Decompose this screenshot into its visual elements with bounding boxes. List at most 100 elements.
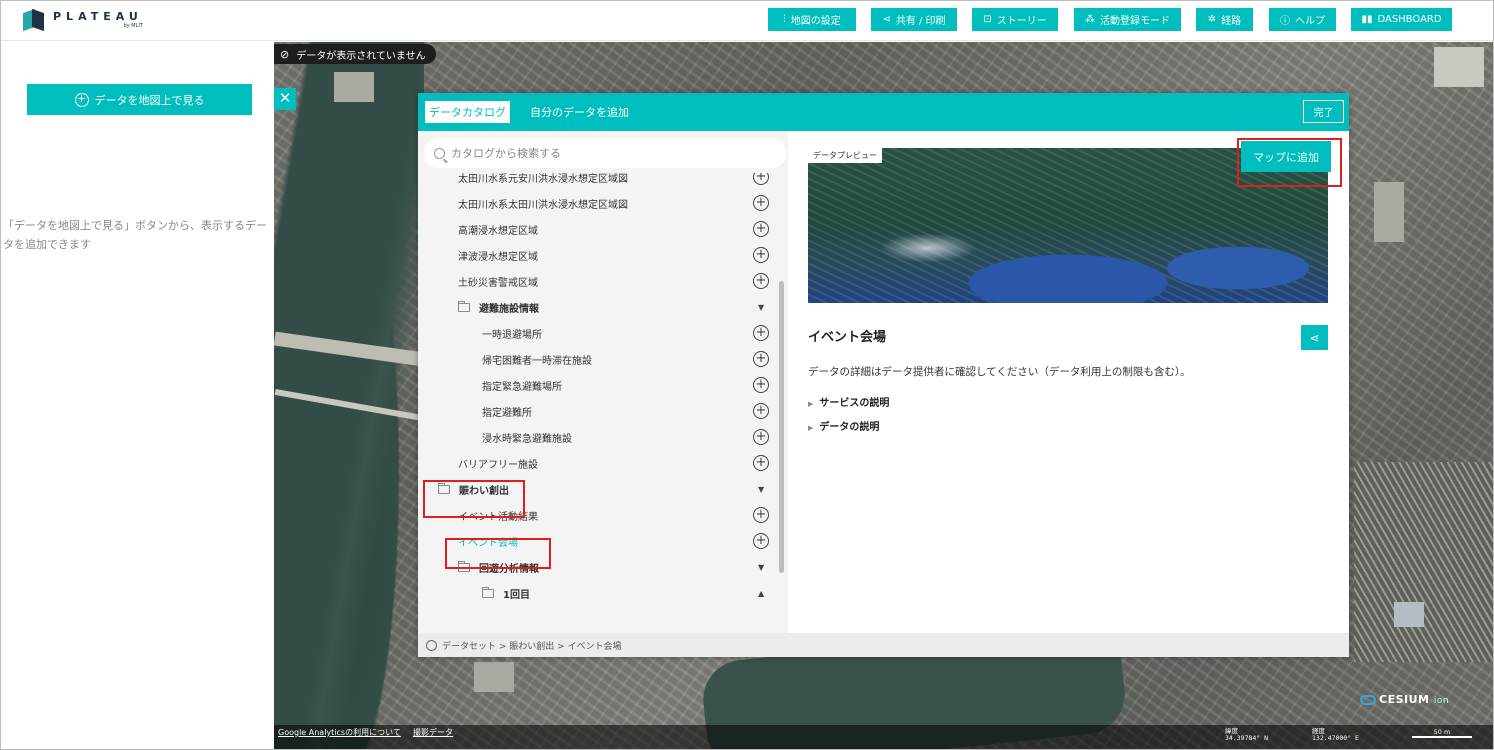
logo-sub: by MLIT [123,23,143,29]
logo-name: PLATEAU [53,10,143,23]
catalog-search[interactable] [424,138,786,168]
tree-label: 指定緊急避難場所 [482,381,562,393]
map-building [1434,47,1484,87]
add-circle-icon[interactable]: + [753,247,769,263]
accordion-label: データの説明 [819,422,880,433]
google-analytics-link[interactable]: Google Analyticsの利用について [278,727,401,738]
caret-right-icon: ▶ [808,400,814,408]
tree-label: 浸水時緊急避難施設 [482,433,572,445]
chevron-down-icon[interactable]: ▼ [758,563,764,572]
no-data-label: データが表示されていません [296,50,426,62]
map-building [334,72,374,102]
tree-label: 高潮浸水想定区域 [458,225,538,237]
add-circle-icon[interactable]: + [753,173,769,185]
add-circle-icon[interactable]: + [753,351,769,367]
tree-scrollbar[interactable] [779,281,784,573]
tree-label: 帰宅困難者一時滞在施設 [482,355,592,367]
eye-off-icon: ⊘ [280,47,290,61]
tree-item[interactable]: 一時退避場所 + [418,320,778,346]
tree-item[interactable]: 指定避難所 + [418,398,778,424]
done-button[interactable]: 完了 [1303,100,1344,123]
sidebar-hint-text: 「データを地図上で見る」ボタンから、表示するデータを追加できます [3,219,267,251]
tree-item[interactable]: 津波浸水想定区域 + [418,242,778,268]
map-railway [1354,462,1493,662]
tree-item[interactable]: 土砂災害警戒区域 + [418,268,778,294]
chevron-up-icon[interactable]: ▲ [758,589,764,598]
folder-icon [482,586,494,598]
latitude-value: 34.39784° N [1225,734,1269,742]
accordion-service-description[interactable]: ▶ サービスの説明 [808,394,889,409]
tree-label: 津波浸水想定区域 [458,251,538,263]
latitude-readout: 緯度 34.39784° N [1225,728,1268,742]
close-panel-button[interactable]: ✕ [274,88,296,110]
item-title: イベント会場 [808,330,887,345]
tab-data-catalog[interactable]: データカタログ [425,101,510,123]
share-print-button[interactable]: ⋖ 共有 / 印刷 [871,8,957,31]
add-circle-icon[interactable]: + [753,533,769,549]
cesium-logo[interactable]: CESIUM ion [1360,693,1449,706]
route-icon: ✲ [1207,14,1217,25]
tree-item[interactable]: バリアフリー施設 + [418,450,778,476]
tab-add-own-data[interactable]: 自分のデータを追加 [526,101,633,123]
tree-item[interactable]: 太田川水系太田川洪水浸水想定区域図 + [418,190,778,216]
add-circle-icon[interactable]: + [753,507,769,523]
add-circle-icon[interactable]: + [753,377,769,393]
longitude-value: 132.47000° E [1312,734,1359,742]
catalog-search-input[interactable] [451,146,751,160]
add-data-to-map-button[interactable]: + データを地図上で見る [27,84,252,115]
route-button[interactable]: ✲ 経路 [1196,8,1253,31]
tree-label: 一時退避場所 [482,329,542,341]
plateau-logo-mark-icon [23,8,44,32]
highlight-box [423,480,525,518]
add-circle-icon[interactable]: + [753,429,769,445]
accordion-data-description[interactable]: ▶ データの説明 [808,418,879,433]
tree-folder[interactable]: 1回目 ▲ [418,580,778,606]
chevron-down-icon[interactable]: ▼ [758,303,764,312]
activity-mode-button[interactable]: ⁂ 活動登録モード [1074,8,1181,31]
share-icon: ⋖ [1309,330,1320,345]
map-footer-bar [274,725,1493,749]
add-circle-icon[interactable]: + [753,455,769,471]
tree-item[interactable]: 高潮浸水想定区域 + [418,216,778,242]
modal-header: データカタログ 自分のデータを追加 完了 [418,93,1349,131]
add-circle-icon[interactable]: + [753,273,769,289]
chevron-down-icon[interactable]: ▼ [758,485,764,494]
tree-label: 避難施設情報 [479,303,539,315]
cesium-logo-icon [1360,695,1376,705]
map-settings-button[interactable]: ⫶ 地図の設定 [768,8,856,31]
scale-bar: 50 m [1412,728,1472,738]
dashboard-button[interactable]: ▮▮ DASHBOARD [1351,8,1452,31]
cesium-suffix: ion [1433,696,1450,706]
tree-item[interactable]: 帰宅困難者一時滞在施設 + [418,346,778,372]
item-description: データの詳細はデータ提供者に確認してください（データ利用上の制限も含む）。 [808,366,1191,378]
map-building [1374,182,1404,242]
search-icon [434,147,445,159]
share-icon: ⋖ [882,14,891,25]
add-circle-icon[interactable]: + [753,195,769,211]
highlight-box [1237,138,1342,187]
share-item-button[interactable]: ⋖ [1301,325,1328,350]
story-icon: ⊡ [983,14,992,25]
map-building [1394,602,1424,627]
add-circle-icon[interactable]: + [753,403,769,419]
photo-data-link[interactable]: 撮影データ [413,727,453,738]
tree-item[interactable]: 指定緊急避難場所 + [418,372,778,398]
cesium-label: CESIUM [1379,693,1430,706]
people-icon: ⁂ [1085,14,1095,25]
tree-folder[interactable]: 避難施設情報 ▼ [418,294,778,320]
tree-label: 土砂災害警戒区域 [458,277,538,289]
left-sidebar: + データを地図上で見る 「データを地図上で見る」ボタンから、表示するデータを追… [1,42,274,749]
breadcrumb: データセット > 賑わい創出 > イベント会場 [418,633,1349,657]
app-header: PLATEAU by MLIT ⫶ 地図の設定 ⋖ 共有 / 印刷 ⊡ ストーリー ⁂… [1,1,1493,41]
tree-item[interactable]: 太田川水系元安川洪水浸水想定区域図 + [418,173,778,190]
share-print-label: 共有 / 印刷 [895,16,946,27]
help-icon: ⓘ [1280,16,1290,27]
add-circle-icon[interactable]: + [753,221,769,237]
book-icon: ▮▮ [1361,14,1373,25]
globe-icon [426,639,437,651]
tree-item[interactable]: 浸水時緊急避難施設 + [418,424,778,450]
plateau-logo[interactable]: PLATEAU by MLIT [23,8,143,32]
help-button[interactable]: ⓘ ヘルプ [1269,8,1336,31]
story-button[interactable]: ⊡ ストーリー [972,8,1058,31]
add-circle-icon[interactable]: + [753,325,769,341]
